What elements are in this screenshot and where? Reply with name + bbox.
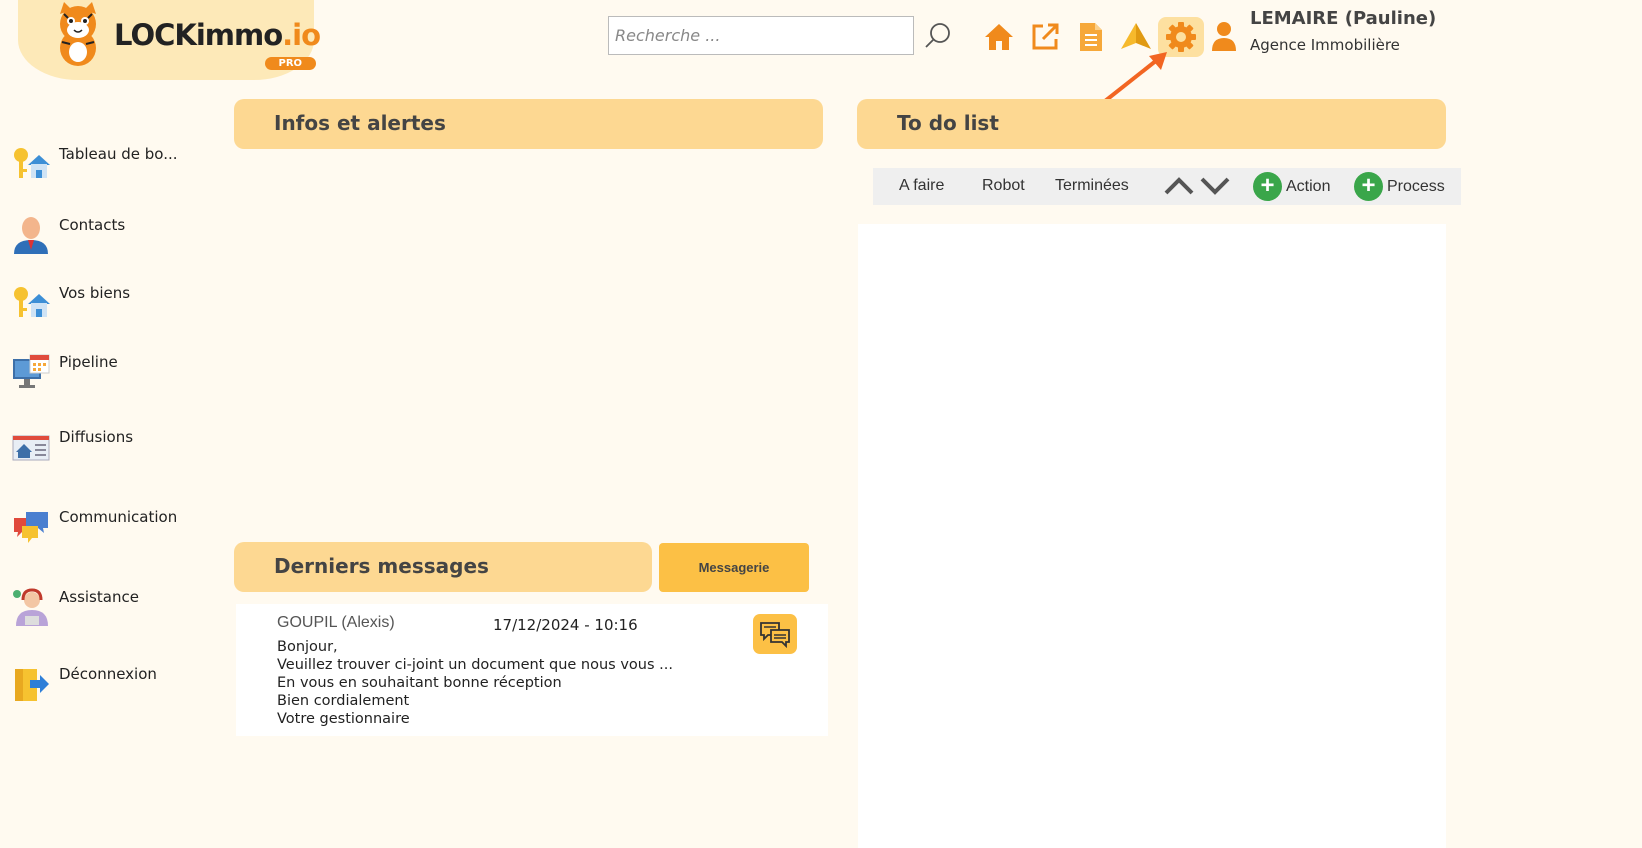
add-process-label: Process bbox=[1387, 177, 1445, 195]
message-body: Bonjour, Veuillez trouver ci-joint un do… bbox=[277, 639, 673, 727]
sidebar-item-contacts[interactable]: Contacts bbox=[12, 216, 212, 260]
profile-button[interactable] bbox=[1203, 17, 1245, 57]
keys-house-icon bbox=[14, 148, 50, 178]
chevron-up-icon[interactable] bbox=[1163, 172, 1195, 200]
todo-panel-header: To do list bbox=[857, 99, 1446, 149]
tiger-mascot-icon bbox=[60, 2, 96, 66]
todo-list-area bbox=[858, 224, 1446, 848]
sidebar-item-dashboard[interactable]: Tableau de bo... bbox=[12, 145, 212, 189]
external-link-icon bbox=[1032, 23, 1059, 50]
support-agent-icon bbox=[13, 588, 48, 626]
open-conversation-button[interactable] bbox=[753, 614, 797, 654]
add-action-button[interactable]: + Action bbox=[1253, 172, 1330, 201]
brand-logo[interactable]: LOCKimmo.io PRO bbox=[50, 2, 321, 70]
keys-house-icon bbox=[14, 287, 50, 317]
search-icon bbox=[925, 23, 950, 48]
sidebar-item-label: Contacts bbox=[59, 216, 126, 234]
home-icon bbox=[985, 24, 1013, 50]
tab-a-faire[interactable]: A faire bbox=[899, 177, 944, 195]
chevron-down-icon[interactable] bbox=[1199, 172, 1231, 200]
message-sender: GOUPIL (Alexis) bbox=[277, 614, 395, 631]
sidebar-item-properties[interactable]: Vos biens bbox=[12, 284, 212, 328]
sidebar-item-label: Diffusions bbox=[59, 428, 134, 446]
messagerie-button[interactable]: Messagerie bbox=[659, 543, 809, 592]
tab-terminees[interactable]: Terminées bbox=[1055, 177, 1129, 195]
sidebar-item-pipeline[interactable]: Pipeline bbox=[12, 353, 212, 397]
message-date: 17/12/2024 - 10:16 bbox=[493, 616, 638, 634]
sidebar-item-label: Assistance bbox=[59, 588, 139, 606]
todo-title: To do list bbox=[897, 111, 999, 135]
sidebar-item-assistance[interactable]: Assistance bbox=[12, 588, 212, 632]
user-role: Agence Immobilière bbox=[1250, 36, 1400, 54]
conversation-icon bbox=[760, 622, 790, 648]
plus-icon: + bbox=[1354, 172, 1383, 201]
message-item[interactable]: GOUPIL (Alexis) 17/12/2024 - 10:16 Bonjo… bbox=[236, 604, 828, 736]
external-link-button[interactable] bbox=[1024, 17, 1066, 57]
sidebar-item-label: Vos biens bbox=[59, 284, 131, 302]
add-action-label: Action bbox=[1286, 177, 1331, 195]
home-button[interactable] bbox=[978, 17, 1020, 57]
pro-badge: PRO bbox=[264, 57, 317, 70]
search-button[interactable] bbox=[922, 20, 954, 52]
search-input[interactable] bbox=[608, 16, 914, 55]
chat-bubbles-icon bbox=[14, 512, 48, 543]
monitor-calendar-icon bbox=[13, 354, 50, 388]
paper-plane-icon bbox=[1121, 23, 1151, 49]
messages-panel-header: Derniers messages bbox=[234, 542, 652, 592]
person-icon bbox=[14, 217, 48, 254]
todo-toolbar: A faire Robot Terminées + Action + Proce… bbox=[873, 168, 1461, 205]
user-icon bbox=[1212, 22, 1236, 51]
sidebar-item-logout[interactable]: Déconnexion bbox=[12, 665, 212, 709]
tab-robot[interactable]: Robot bbox=[982, 177, 1025, 195]
brand-name: LOCKimmo.io bbox=[114, 18, 321, 52]
add-process-button[interactable]: + Process bbox=[1354, 172, 1445, 201]
messages-title: Derniers messages bbox=[274, 554, 489, 578]
document-icon bbox=[1080, 23, 1102, 51]
sidebar-item-label: Communication bbox=[59, 508, 178, 526]
infos-panel-header: Infos et alertes bbox=[234, 99, 823, 149]
plus-icon: + bbox=[1253, 172, 1282, 201]
logout-door-icon bbox=[15, 669, 49, 701]
sidebar-item-label: Pipeline bbox=[59, 353, 118, 371]
gear-icon bbox=[1166, 22, 1196, 52]
sidebar-item-label: Déconnexion bbox=[59, 665, 157, 683]
user-name: LEMAIRE (Pauline) bbox=[1250, 8, 1437, 29]
sidebar-item-communication[interactable]: Communication bbox=[12, 508, 212, 552]
infos-title: Infos et alertes bbox=[274, 111, 446, 135]
sidebar-item-diffusions[interactable]: Diffusions bbox=[12, 428, 212, 472]
sidebar-item-label: Tableau de bo... bbox=[59, 145, 178, 163]
newspaper-icon bbox=[12, 435, 50, 461]
